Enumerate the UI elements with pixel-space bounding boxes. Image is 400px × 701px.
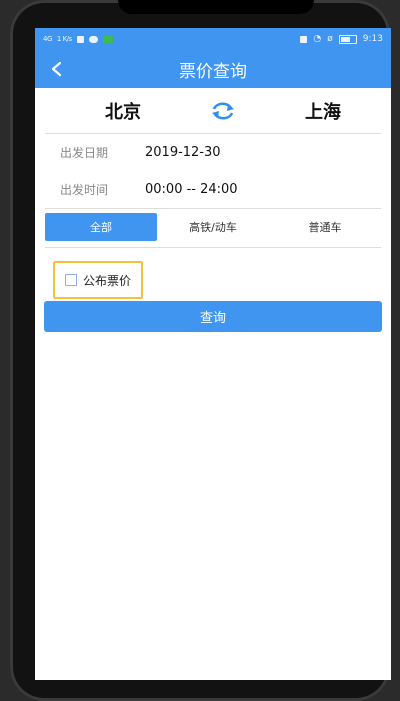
departure-time-value: 00:00 -- 24:00 [145, 182, 238, 197]
page-title: 票价查询 [179, 61, 247, 82]
divider [45, 208, 381, 209]
app-badge-icon [102, 35, 113, 43]
divider [45, 247, 381, 248]
app-screen: 4G 1 K/s ◔ ø 9:13 票价查询 北京 上海 出发日期 2019-1… [35, 28, 391, 680]
departure-time-label: 出发时间 [60, 183, 109, 197]
published-price-label: 公布票价 [83, 273, 132, 288]
chevron-left-icon [51, 61, 62, 77]
tab-high-speed[interactable]: 高铁/动车 [157, 213, 269, 241]
wechat-icon [88, 35, 98, 43]
departure-city[interactable]: 北京 [105, 98, 141, 124]
route-selector: 北京 上海 [35, 88, 391, 133]
back-button[interactable] [45, 58, 67, 80]
network-speed: 1 K/s [56, 35, 72, 43]
nfc-icon [300, 35, 308, 43]
clock-time: 9:13 [362, 34, 383, 44]
battery-icon [338, 34, 357, 44]
query-button[interactable]: 查询 [44, 301, 382, 332]
mute-icon: ø [327, 34, 333, 44]
alarm-icon: ◔ [313, 34, 322, 44]
phone-notch [118, 0, 314, 14]
swap-stations-button[interactable] [209, 100, 237, 122]
departure-date-row[interactable]: 出发日期 2019-12-30 [35, 134, 391, 171]
swap-icon [212, 102, 234, 119]
notification-icon [76, 35, 84, 43]
tab-regular[interactable]: 普通车 [269, 213, 381, 241]
signal-indicator: 4G [43, 35, 52, 43]
tab-all[interactable]: 全部 [45, 213, 157, 241]
train-type-tabs: 全部 高铁/动车 普通车 [45, 213, 381, 241]
departure-date-label: 出发日期 [60, 146, 109, 160]
published-price-option[interactable]: 公布票价 [53, 261, 143, 299]
departure-date-value: 2019-12-30 [145, 145, 221, 160]
departure-time-row[interactable]: 出发时间 00:00 -- 24:00 [35, 171, 391, 208]
status-bar: 4G 1 K/s ◔ ø 9:13 [35, 28, 391, 50]
navigation-bar: 票价查询 [35, 50, 391, 88]
arrival-city[interactable]: 上海 [305, 98, 341, 124]
phone-frame: 4G 1 K/s ◔ ø 9:13 票价查询 北京 上海 出发日期 2019-1… [10, 0, 391, 701]
published-price-checkbox[interactable] [65, 274, 77, 286]
